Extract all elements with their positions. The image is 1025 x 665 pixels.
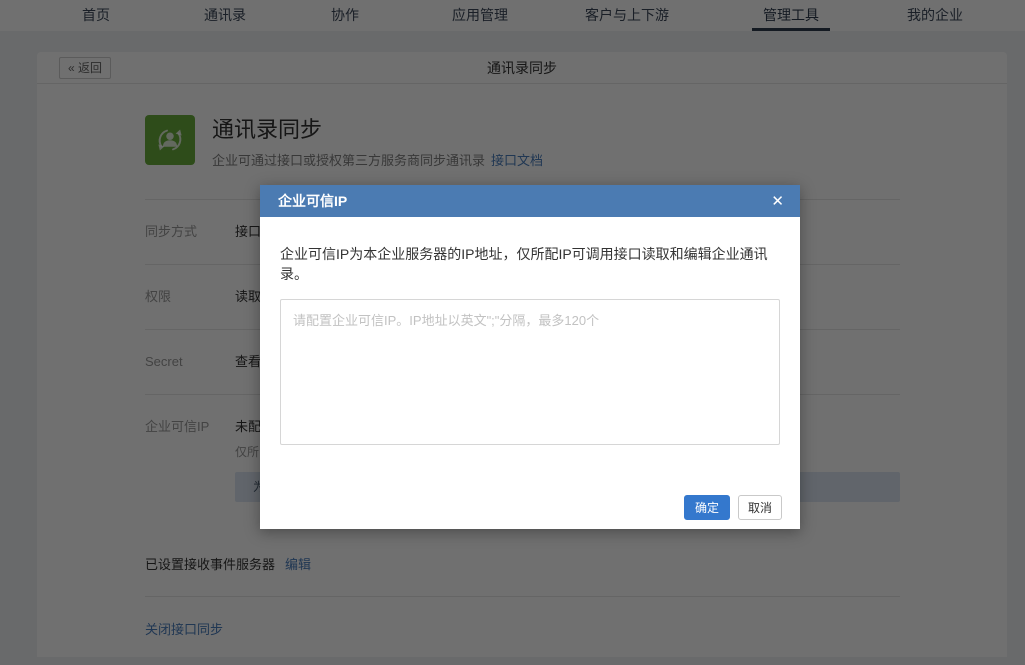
cancel-button[interactable]: 取消 — [738, 495, 782, 520]
modal-title: 企业可信IP — [278, 191, 347, 211]
close-icon[interactable]: ✕ — [771, 194, 784, 209]
modal-footer: 确定 取消 — [684, 495, 782, 520]
confirm-button[interactable]: 确定 — [684, 495, 730, 520]
modal-header: 企业可信IP ✕ — [260, 185, 800, 217]
trusted-ip-modal: 企业可信IP ✕ 企业可信IP为本企业服务器的IP地址，仅所配IP可调用接口读取… — [260, 185, 800, 529]
modal-body: 企业可信IP为本企业服务器的IP地址，仅所配IP可调用接口读取和编辑企业通讯录。 — [260, 244, 800, 445]
app-screen: 首页 通讯录 协作 应用管理 客户与上下游 管理工具 我的企业 « 返回 通讯录… — [0, 0, 1025, 665]
trusted-ip-input[interactable] — [280, 299, 780, 445]
modal-description: 企业可信IP为本企业服务器的IP地址，仅所配IP可调用接口读取和编辑企业通讯录。 — [280, 244, 780, 284]
